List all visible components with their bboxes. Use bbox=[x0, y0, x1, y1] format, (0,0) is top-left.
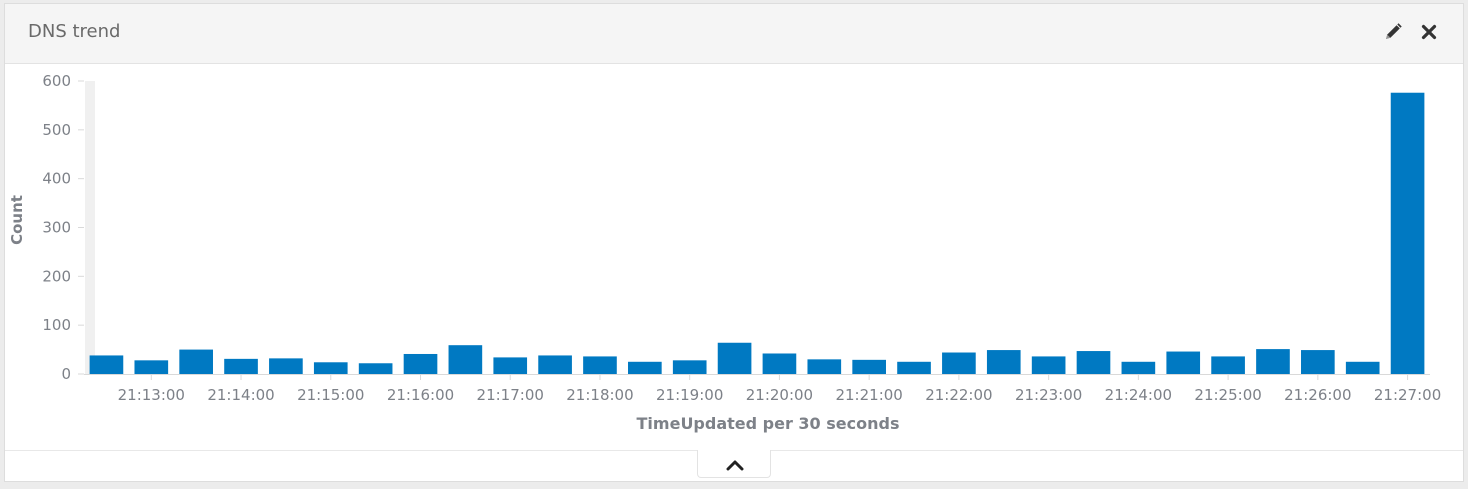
panel-title: DNS trend bbox=[28, 21, 121, 42]
x-tick-label: 21:17:00 bbox=[477, 386, 544, 404]
bar[interactable] bbox=[269, 358, 303, 374]
y-tick-label: 600 bbox=[42, 72, 71, 90]
pencil-icon[interactable] bbox=[1383, 22, 1403, 42]
y-tick-label: 500 bbox=[42, 121, 71, 139]
panel-actions bbox=[1383, 22, 1439, 42]
x-tick-label: 21:19:00 bbox=[656, 386, 723, 404]
bar[interactable] bbox=[1256, 349, 1290, 374]
panel-header: DNS trend bbox=[5, 4, 1463, 64]
bar[interactable] bbox=[628, 361, 662, 374]
collapse-button[interactable] bbox=[697, 450, 771, 478]
bar-chart: 0100200300400500600 21:13:00 21:14:00 21:1… bbox=[8, 72, 1441, 433]
x-tick-label: 21:25:00 bbox=[1194, 386, 1261, 404]
dns-trend-panel: DNS trend 0 100 200 300 400 500 600 21:13:00 21… bbox=[4, 3, 1464, 482]
x-tick-label: 21:23:00 bbox=[1015, 386, 1082, 404]
x-axis: 21:13:00 21:14:00 21:15:00 21:16:00 21:17:00… bbox=[84, 374, 1441, 404]
x-tick-label: 21:14:00 bbox=[207, 386, 274, 404]
y-axis: 0 100 200 300 400 500 600 bbox=[42, 72, 95, 383]
bar[interactable] bbox=[852, 359, 886, 374]
bar[interactable] bbox=[1345, 361, 1380, 374]
x-tick-label: 21:16:00 bbox=[387, 386, 454, 404]
close-icon[interactable] bbox=[1419, 22, 1439, 42]
bar[interactable] bbox=[942, 352, 976, 374]
y-tick-label: 300 bbox=[42, 219, 71, 237]
chevron-up-icon bbox=[726, 460, 744, 471]
bar[interactable] bbox=[358, 363, 393, 374]
bar[interactable] bbox=[1166, 351, 1201, 374]
x-axis-title: TimeUpdated per 30 seconds bbox=[637, 414, 900, 433]
chart-area: 0 100 200 300 400 500 600 21:13:00 21:14:00 21:1… bbox=[5, 64, 1463, 450]
bars bbox=[89, 92, 1425, 374]
bar[interactable] bbox=[1301, 350, 1335, 374]
x-tick-label: 21:21:00 bbox=[835, 386, 902, 404]
y-tick-label: 400 bbox=[42, 170, 71, 188]
x-tick-label: 21:22:00 bbox=[925, 386, 992, 404]
bar[interactable] bbox=[313, 362, 348, 374]
x-tick-label: 21:20:00 bbox=[746, 386, 813, 404]
bar[interactable] bbox=[134, 360, 169, 374]
x-tick-label: 21:26:00 bbox=[1284, 386, 1351, 404]
bar[interactable] bbox=[583, 356, 617, 374]
bar[interactable] bbox=[179, 349, 213, 374]
y-axis-title: Count bbox=[8, 195, 26, 245]
bar[interactable] bbox=[1121, 361, 1156, 374]
y-tick-label: 0 bbox=[61, 365, 71, 383]
x-tick-label: 21:27:00 bbox=[1374, 386, 1441, 404]
bar[interactable] bbox=[672, 360, 707, 374]
y-tick-label: 200 bbox=[42, 267, 71, 285]
bar[interactable] bbox=[1211, 356, 1245, 374]
bar[interactable] bbox=[717, 342, 752, 374]
bar[interactable] bbox=[89, 355, 124, 374]
bar[interactable] bbox=[1031, 356, 1066, 374]
x-tick-label: 21:18:00 bbox=[566, 386, 633, 404]
bar[interactable] bbox=[538, 355, 572, 374]
bar[interactable] bbox=[448, 345, 483, 374]
bar[interactable] bbox=[897, 361, 931, 374]
bar[interactable] bbox=[493, 357, 528, 374]
bar[interactable] bbox=[224, 358, 258, 374]
bar[interactable] bbox=[1076, 351, 1111, 374]
bar[interactable] bbox=[1390, 92, 1425, 374]
x-tick-label: 21:15:00 bbox=[297, 386, 364, 404]
x-tick-label: 21:13:00 bbox=[118, 386, 185, 404]
bar[interactable] bbox=[807, 359, 842, 374]
bar[interactable] bbox=[403, 353, 438, 374]
bar[interactable] bbox=[986, 350, 1021, 374]
y-axis-band bbox=[85, 81, 95, 374]
bar[interactable] bbox=[762, 353, 797, 374]
x-tick-label: 21:24:00 bbox=[1105, 386, 1172, 404]
y-tick-label: 100 bbox=[42, 316, 71, 334]
